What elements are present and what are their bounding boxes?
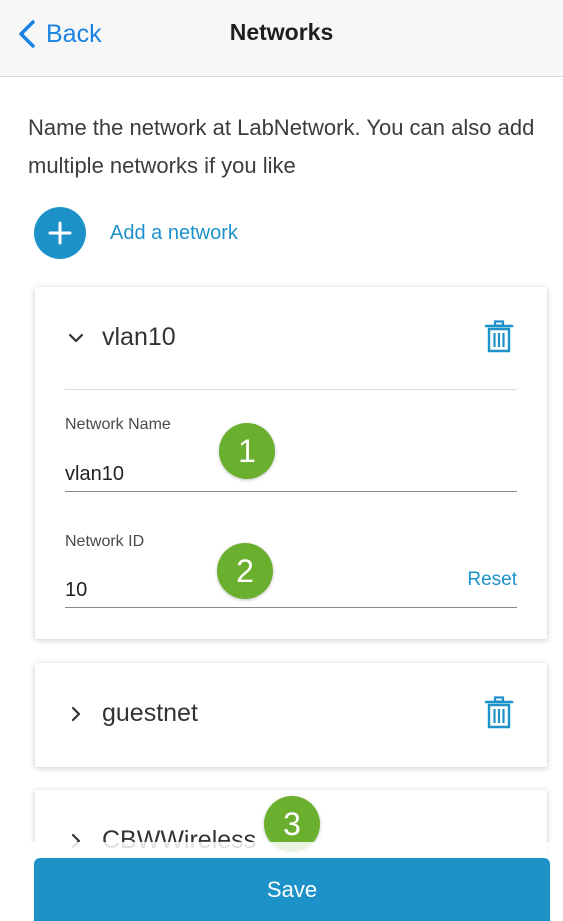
network-id-input[interactable] xyxy=(65,568,517,608)
divider xyxy=(65,389,517,390)
network-card-title: guestnet xyxy=(102,699,198,727)
network-card-header[interactable]: guestnet xyxy=(35,663,547,767)
trash-icon[interactable] xyxy=(484,696,514,730)
callout-badge-2: 2 xyxy=(217,543,273,599)
callout-badge-1: 1 xyxy=(219,423,275,479)
network-card-vlan10: vlan10 Network Name Network ID Reset xyxy=(35,287,547,639)
trash-icon[interactable] xyxy=(484,320,514,354)
intro-text: Name the network at LabNetwork. You can … xyxy=(28,115,535,178)
network-card-guestnet: guestnet xyxy=(35,663,547,767)
add-network-button[interactable] xyxy=(34,207,86,259)
add-network-row: Add a network xyxy=(34,207,238,259)
chevron-right-icon xyxy=(71,706,81,722)
navigation-bar: Back Networks xyxy=(0,0,563,77)
network-id-label: Network ID xyxy=(65,533,145,550)
add-network-link[interactable]: Add a network xyxy=(110,222,238,245)
network-card-header[interactable]: vlan10 xyxy=(35,287,547,391)
page-title: Networks xyxy=(229,19,334,45)
network-name-label: Network Name xyxy=(65,416,171,433)
network-name-input[interactable] xyxy=(65,452,517,492)
reset-button[interactable]: Reset xyxy=(467,569,517,591)
chevron-down-icon xyxy=(68,333,84,343)
network-card-title: vlan10 xyxy=(102,323,176,351)
plus-icon xyxy=(48,221,72,245)
save-button[interactable]: Save xyxy=(34,858,550,921)
